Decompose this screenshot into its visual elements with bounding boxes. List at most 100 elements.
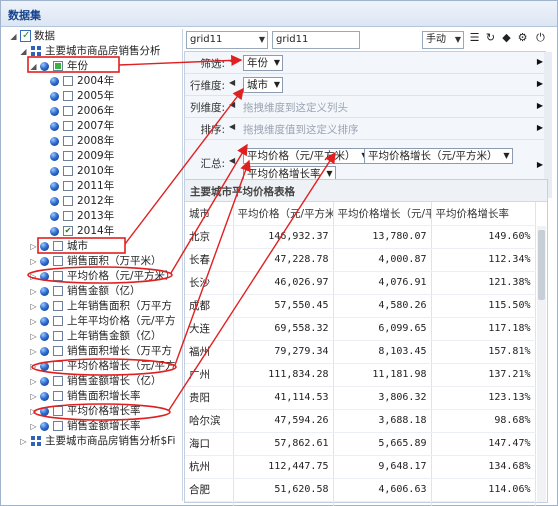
- city-cell[interactable]: 北京: [185, 225, 234, 249]
- year-checkbox[interactable]: [63, 151, 73, 161]
- column-dimension-row[interactable]: 列维度: ◀ 拖拽维度到这定义列头 ▶: [185, 96, 545, 118]
- value-cell[interactable]: 47,594.26: [233, 409, 334, 433]
- year-checkbox[interactable]: ✔: [63, 226, 73, 236]
- value-cell[interactable]: 121.38%: [431, 271, 536, 295]
- city-cell[interactable]: 福州: [185, 340, 234, 364]
- expand-icon[interactable]: ▷: [29, 314, 38, 329]
- value-cell[interactable]: 79,279.34: [233, 340, 334, 364]
- table-row[interactable]: 成都 57,550.45 4,580.26 115.50%: [185, 294, 536, 318]
- field-checkbox[interactable]: [53, 286, 63, 296]
- settings-icon[interactable]: ⚙: [516, 31, 529, 45]
- value-cell[interactable]: 69,558.32: [233, 317, 334, 341]
- row-arrow-icon[interactable]: ▶: [537, 160, 543, 169]
- value-cell[interactable]: 9,648.17: [333, 455, 432, 479]
- row-arrow-icon[interactable]: ▶: [537, 79, 543, 88]
- value-cell[interactable]: 98.68%: [431, 409, 536, 433]
- expand-icon[interactable]: ▷: [29, 239, 38, 254]
- expand-icon[interactable]: ▷: [29, 389, 38, 404]
- value-cell[interactable]: 115.50%: [431, 294, 536, 318]
- field-checkbox[interactable]: [53, 406, 63, 416]
- table-row[interactable]: 海口 57,862.61 5,665.89 147.47%: [185, 432, 536, 456]
- grid-scrollbar[interactable]: [537, 226, 546, 502]
- value-cell[interactable]: 3,806.32: [333, 386, 432, 410]
- column-header[interactable]: 城市: [185, 202, 234, 226]
- row-dimension-row[interactable]: 行维度: ◀ 城市 ▼ ▶: [185, 74, 545, 96]
- value-cell[interactable]: 57,550.45: [233, 294, 334, 318]
- city-cell[interactable]: 贵阳: [185, 386, 234, 410]
- table-row[interactable]: 哈尔滨 47,594.26 3,688.18 98.68%: [185, 409, 536, 433]
- expand-icon[interactable]: ▷: [29, 419, 38, 434]
- row-chip[interactable]: 城市 ▼: [243, 77, 283, 93]
- city-cell[interactable]: 合肥: [185, 478, 234, 502]
- collapse-icon[interactable]: ◢: [29, 59, 38, 74]
- value-cell[interactable]: 51,620.58: [233, 478, 334, 502]
- table-row[interactable]: 长春 47,228.78 4,000.87 112.34%: [185, 248, 536, 272]
- value-cell[interactable]: 11,181.98: [333, 363, 432, 387]
- table-row[interactable]: 杭州 112,447.75 9,648.17 134.68%: [185, 455, 536, 479]
- field-checkbox[interactable]: [53, 391, 63, 401]
- city-cell[interactable]: 海口: [185, 432, 234, 456]
- filter-chip[interactable]: 年份 ▼: [243, 55, 283, 71]
- power-icon[interactable]: ⏻: [534, 31, 547, 45]
- value-cell[interactable]: 41,114.53: [233, 386, 334, 410]
- field-checkbox[interactable]: [53, 361, 63, 371]
- value-cell[interactable]: 4,580.26: [333, 294, 432, 318]
- city-cell[interactable]: 成都: [185, 294, 234, 318]
- value-cell[interactable]: 3,688.18: [333, 409, 432, 433]
- value-cell[interactable]: 123.13%: [431, 386, 536, 410]
- table-row[interactable]: 呼和浩特39,910.823,826.29134.50%: [185, 501, 536, 506]
- city-cell[interactable]: 广州: [185, 363, 234, 387]
- value-cell[interactable]: 137.21%: [431, 363, 536, 387]
- row-arrow-icon[interactable]: ▶: [537, 57, 543, 66]
- year-checkbox[interactable]: [63, 121, 73, 131]
- collapse-icon[interactable]: ◢: [19, 44, 28, 59]
- field-checkbox[interactable]: [53, 271, 63, 281]
- value-cell[interactable]: 39,910.82: [233, 501, 334, 506]
- year-checkbox[interactable]: [63, 181, 73, 191]
- grid-select[interactable]: grid11 ▼: [186, 31, 268, 49]
- value-cell[interactable]: 112,447.75: [233, 455, 334, 479]
- value-cell[interactable]: 3,826.29: [333, 501, 432, 506]
- collapse-icon[interactable]: ◢: [9, 29, 18, 44]
- expand-icon[interactable]: ▷: [29, 269, 38, 284]
- field-checkbox[interactable]: [53, 256, 63, 266]
- field-checkbox[interactable]: [53, 241, 63, 251]
- year-checkbox[interactable]: [63, 136, 73, 146]
- city-cell[interactable]: 呼和浩特: [185, 501, 234, 506]
- year-checkbox[interactable]: [53, 61, 63, 71]
- city-cell[interactable]: 哈尔滨: [185, 409, 234, 433]
- value-cell[interactable]: 4,000.87: [333, 248, 432, 272]
- value-cell[interactable]: 147.47%: [431, 432, 536, 456]
- summary-chip[interactable]: 平均价格增长（元/平方米） ▼: [364, 148, 513, 164]
- year-checkbox[interactable]: [63, 196, 73, 206]
- value-cell[interactable]: 114.06%: [431, 478, 536, 502]
- year-checkbox[interactable]: [63, 106, 73, 116]
- summary-chip[interactable]: 平均价格（元/平方米）▼: [243, 148, 371, 164]
- expand-icon[interactable]: ▷: [29, 254, 38, 269]
- sort-row[interactable]: 排序: ◀ 拖拽维度值到这定义排序 ▶: [185, 118, 545, 140]
- column-header[interactable]: 平均价格（元/平方米）: [233, 202, 334, 226]
- row-arrow-icon[interactable]: ▶: [537, 101, 543, 110]
- tag-icon[interactable]: ◆: [500, 31, 513, 45]
- row-arrow-icon[interactable]: ▶: [537, 123, 543, 132]
- scroll-thumb[interactable]: [538, 230, 545, 300]
- field-checkbox[interactable]: [53, 316, 63, 326]
- year-checkbox[interactable]: [63, 166, 73, 176]
- city-cell[interactable]: 大连: [185, 317, 234, 341]
- year-checkbox[interactable]: [63, 91, 73, 101]
- value-cell[interactable]: 5,665.89: [333, 432, 432, 456]
- table-row[interactable]: 贵阳 41,114.53 3,806.32 123.13%: [185, 386, 536, 410]
- config-scrollbar[interactable]: [544, 52, 552, 198]
- year-checkbox[interactable]: [63, 211, 73, 221]
- expand-icon[interactable]: ▷: [29, 359, 38, 374]
- expand-icon[interactable]: ▷: [29, 404, 38, 419]
- field-checkbox[interactable]: [53, 346, 63, 356]
- value-cell[interactable]: 13,780.07: [333, 225, 432, 249]
- value-cell[interactable]: 134.50%: [431, 501, 536, 506]
- column-header[interactable]: 平均价格增长率: [431, 202, 536, 226]
- value-cell[interactable]: 4,076.91: [333, 271, 432, 295]
- value-cell[interactable]: 117.18%: [431, 317, 536, 341]
- city-cell[interactable]: 长春: [185, 248, 234, 272]
- field-checkbox[interactable]: [53, 421, 63, 431]
- value-cell[interactable]: 57,862.61: [233, 432, 334, 456]
